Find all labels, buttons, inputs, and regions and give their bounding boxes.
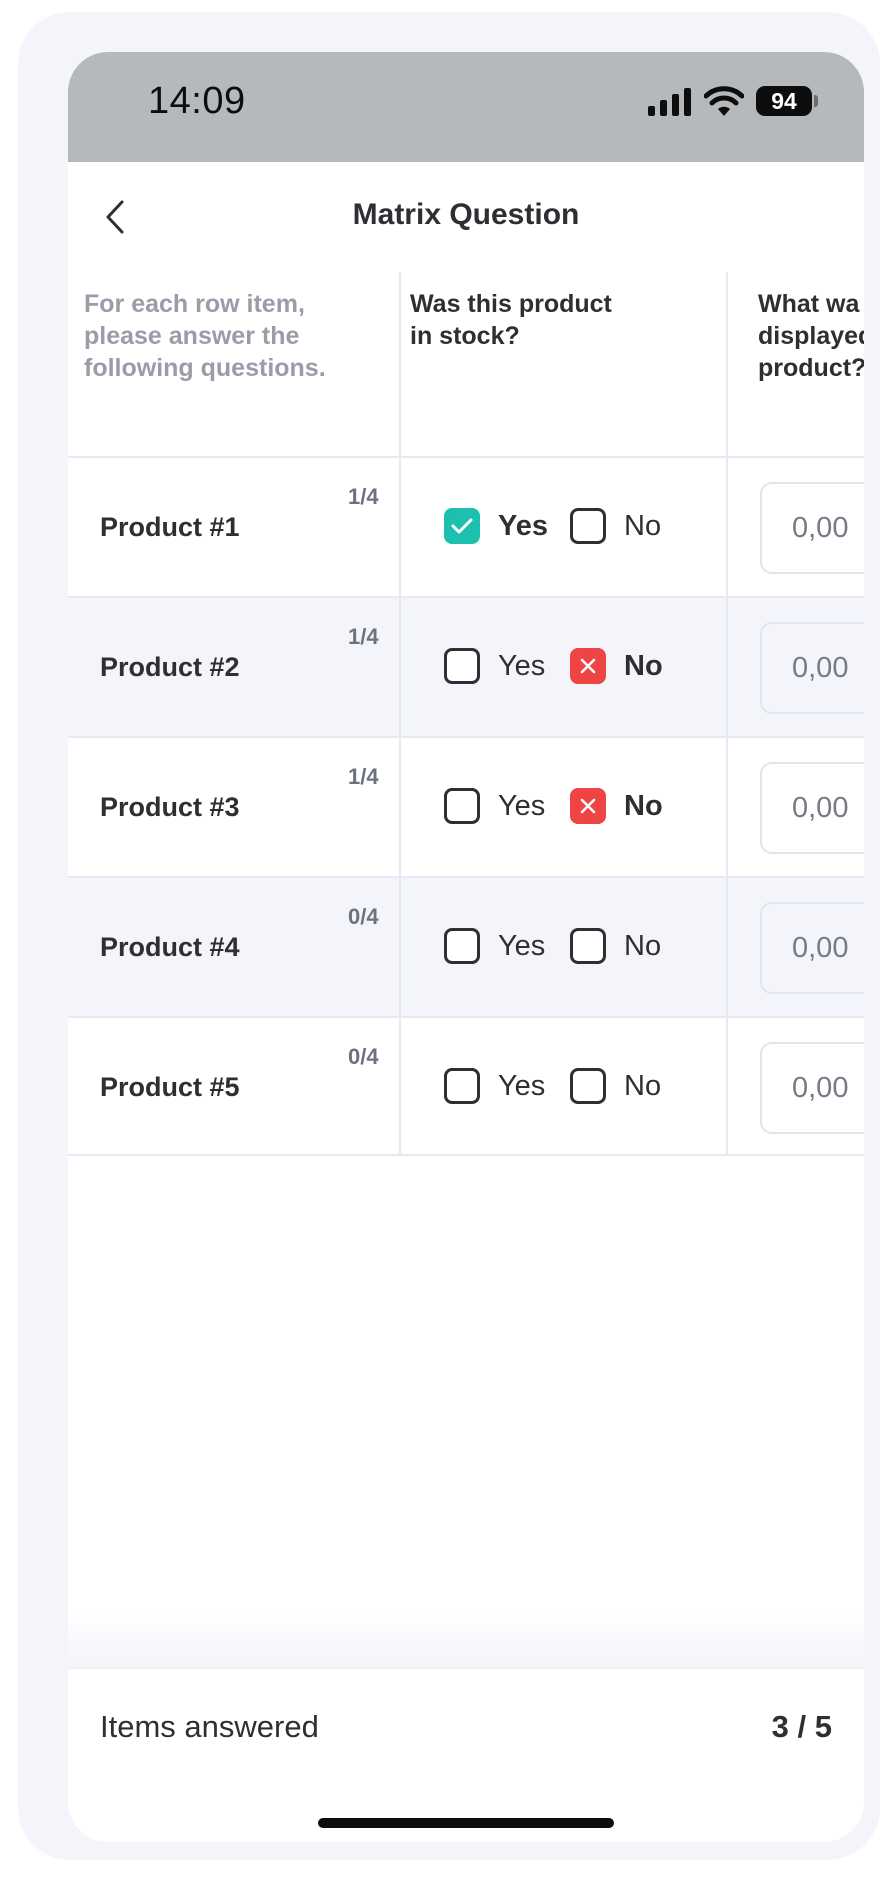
no-label: No [624,649,663,682]
row-progress-count: 1/4 [348,624,379,649]
no-label: No [624,929,662,962]
page-title: Matrix Question [352,198,580,231]
table-row: Product #4 0/4 Yes No 0,00 [68,876,864,1016]
row-label: Product #2 [100,652,240,682]
no-option[interactable]: No [570,928,661,964]
nav-bar: Matrix Question [68,162,864,272]
row-label: Product #3 [100,792,240,822]
yes-label: Yes [498,649,546,682]
status-time: 14:09 [148,80,246,122]
yes-label: Yes [498,929,546,962]
footer: Items answered 3 / 5 [68,1668,864,1842]
signal-icon [648,88,691,116]
column-header-displayed-price: What wa displayed product? [758,290,864,382]
battery-icon: 94 [756,86,812,116]
checkbox-icon[interactable] [444,928,480,964]
no-label: No [624,789,663,822]
no-option[interactable]: No [570,508,661,544]
checkbox-icon[interactable] [570,1068,606,1104]
yes-option[interactable]: Yes [444,788,545,824]
checkbox-icon[interactable] [570,928,606,964]
yes-label: Yes [498,789,546,822]
price-input[interactable]: 0,00 [760,1042,864,1134]
checkbox-icon[interactable] [570,508,606,544]
row-label: Product #5 [100,1072,240,1102]
checkbox-icon[interactable] [444,1068,480,1104]
price-input[interactable]: 0,00 [760,902,864,994]
wifi-icon [704,86,744,116]
matrix-header: For each row item, please answer the fol… [68,272,864,456]
row-label: Product #4 [100,932,240,962]
column-divider [399,272,401,1154]
home-indicator[interactable] [318,1818,614,1828]
battery-cap [814,95,818,107]
no-label: No [624,509,662,542]
column-header-in-stock: Was this product in stock? [410,290,612,350]
device-frame: 14:09 94 Matrix Question For each row it… [18,12,880,1860]
status-bar: 14:09 94 [68,52,864,162]
table-row: Product #5 0/4 Yes No 0,00 [68,1016,864,1156]
table-row: Product #2 1/4 Yes No 0,00 [68,596,864,736]
table-row: Product #3 1/4 Yes No 0,00 [68,736,864,876]
items-answered-label: Items answered [100,1709,319,1744]
yes-label: Yes [498,1069,546,1102]
price-input[interactable]: 0,00 [760,482,864,574]
matrix-intro: For each row item, please answer the fol… [84,290,326,382]
table-row: Product #1 1/4 Yes No 0,00 [68,456,864,596]
yes-option[interactable]: Yes [444,648,545,684]
price-input[interactable]: 0,00 [760,762,864,854]
no-option[interactable]: No [570,1068,661,1104]
cross-icon[interactable] [570,648,606,684]
row-label: Product #1 [100,512,240,542]
checkbox-icon[interactable] [444,788,480,824]
no-label: No [624,1069,662,1102]
yes-option[interactable]: Yes [444,508,548,544]
items-answered-value: 3 / 5 [771,1709,832,1744]
yes-option[interactable]: Yes [444,928,545,964]
row-progress-count: 0/4 [348,904,379,929]
yes-option[interactable]: Yes [444,1068,545,1104]
row-progress-count: 0/4 [348,1044,379,1069]
checkbox-icon[interactable] [444,648,480,684]
no-option[interactable]: No [570,648,663,684]
row-progress-count: 1/4 [348,764,379,789]
check-icon[interactable] [444,508,480,544]
price-input[interactable]: 0,00 [760,622,864,714]
column-divider [726,272,728,1154]
row-progress-count: 1/4 [348,484,379,509]
yes-label: Yes [498,509,548,542]
screen: 14:09 94 Matrix Question For each row it… [68,52,864,1842]
cross-icon[interactable] [570,788,606,824]
footer-fade [68,1612,864,1662]
no-option[interactable]: No [570,788,663,824]
